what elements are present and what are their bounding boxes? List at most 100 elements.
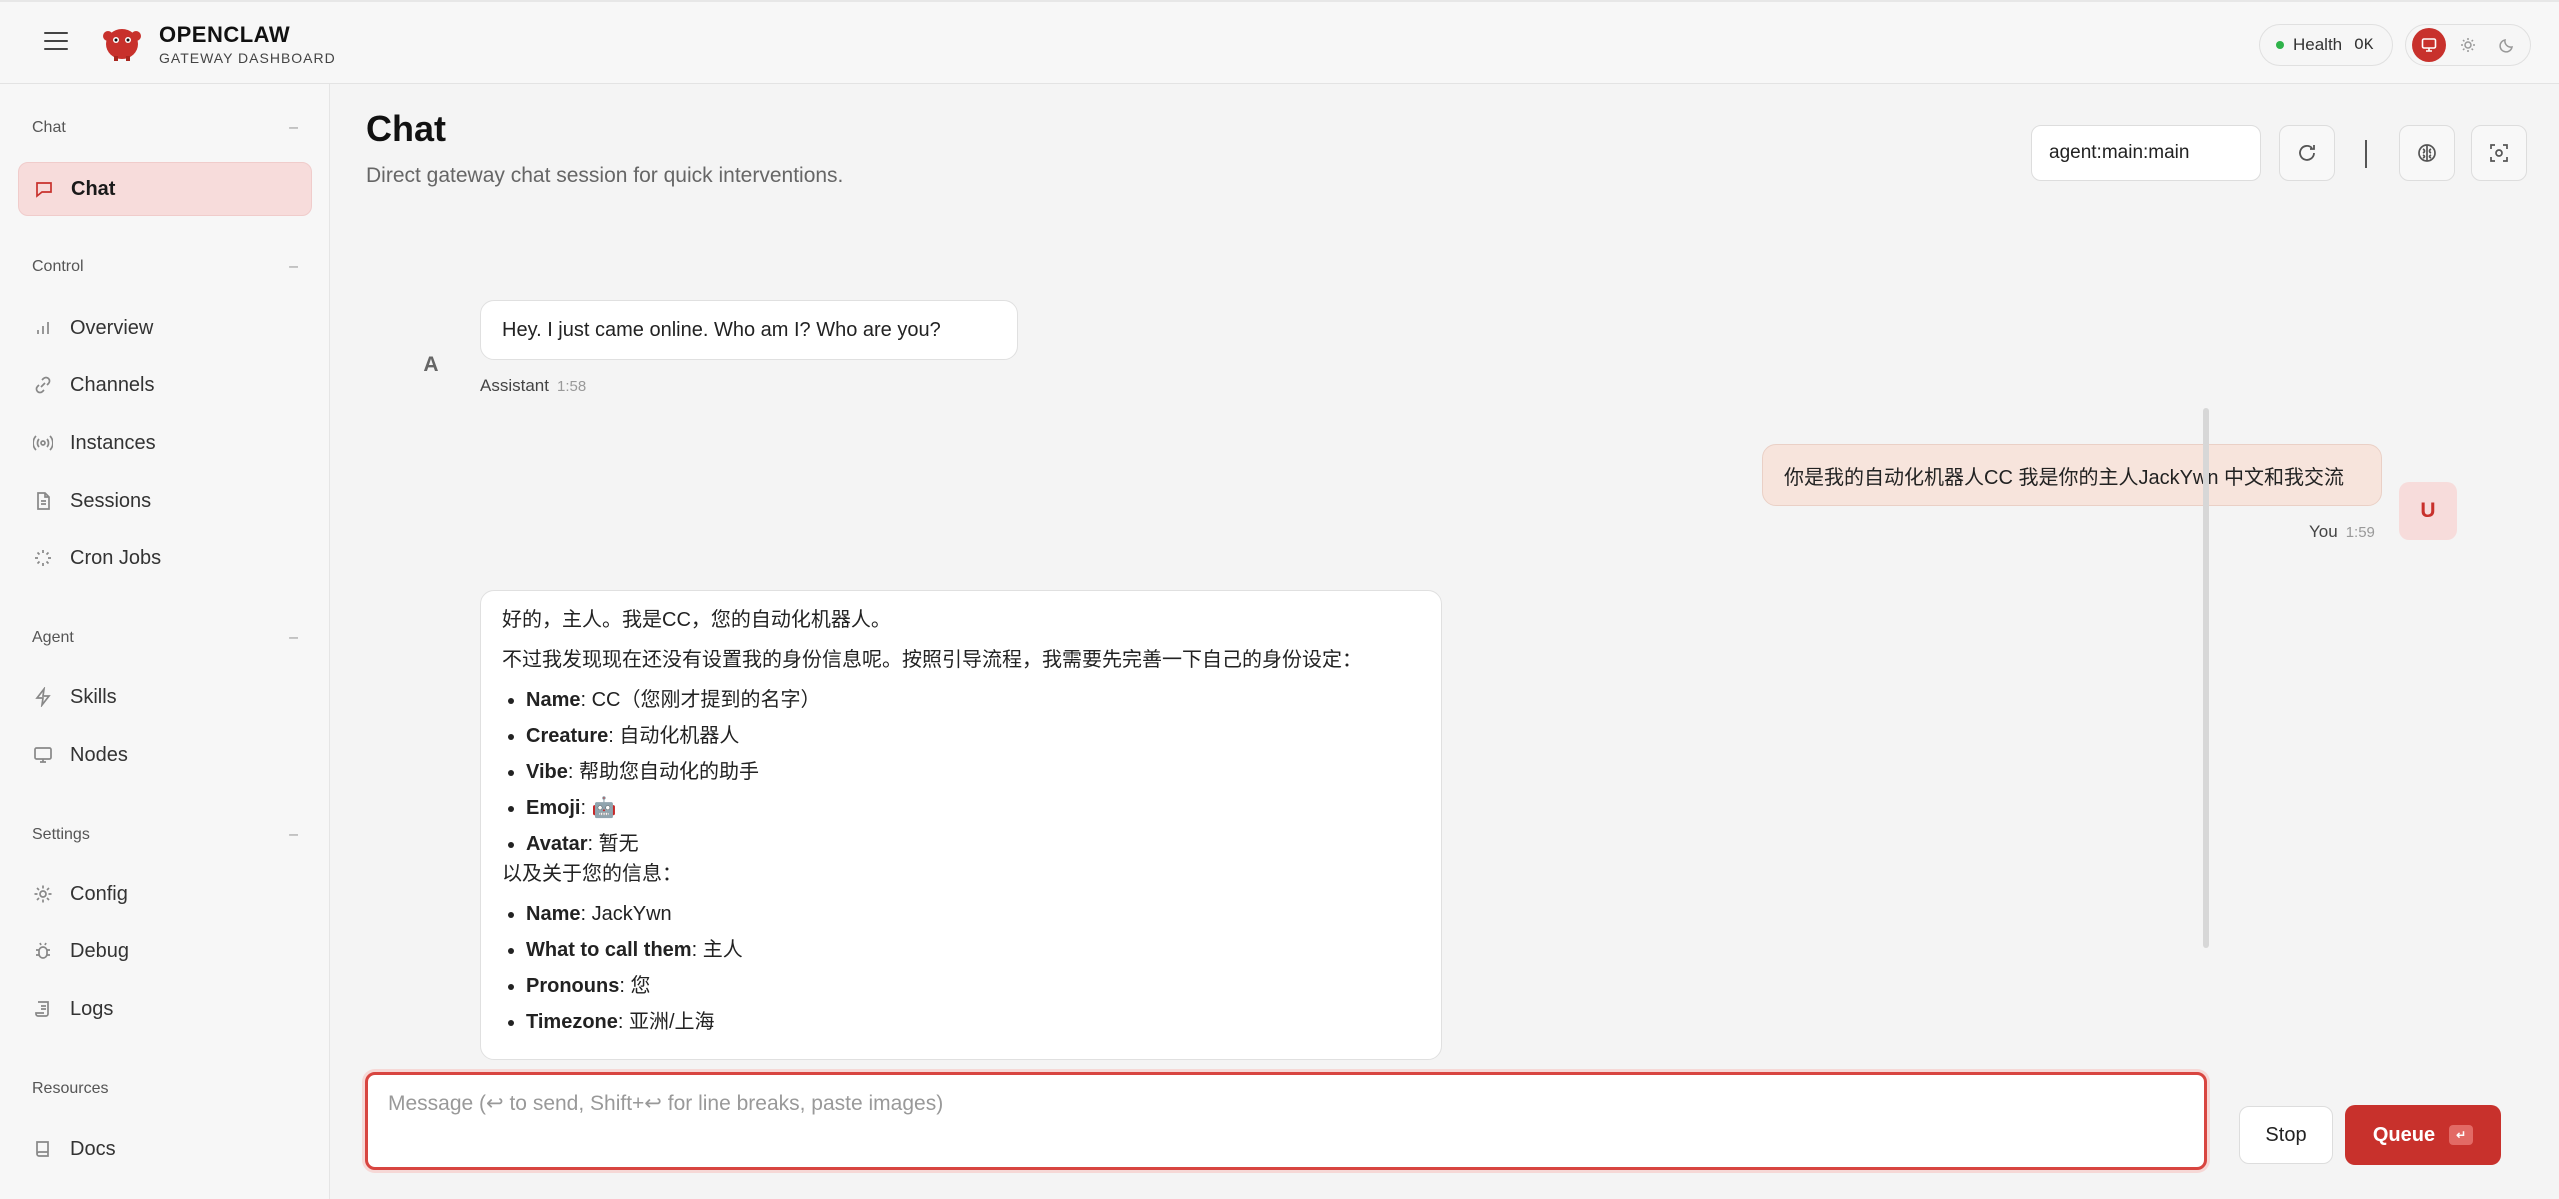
refresh-button[interactable] xyxy=(2279,125,2335,181)
list-item: What to call them: 主人 xyxy=(526,937,1420,963)
sidebar-item-label: Sessions xyxy=(70,489,152,512)
scroll-icon xyxy=(32,998,54,1020)
divider xyxy=(2365,140,2367,168)
link-icon xyxy=(32,374,54,396)
focus-mode-button[interactable] xyxy=(2471,125,2527,181)
loader-icon xyxy=(32,547,54,569)
section-settings[interactable]: Settings – xyxy=(32,826,298,844)
list-item: Avatar: 暂无 xyxy=(526,831,1420,857)
sidebar-item-config[interactable]: Config xyxy=(18,867,312,921)
sidebar-item-cron-jobs[interactable]: Cron Jobs xyxy=(18,531,312,585)
sidebar-item-skills[interactable]: Skills xyxy=(18,670,312,724)
stop-button[interactable]: Stop xyxy=(2239,1106,2333,1164)
moon-icon[interactable] xyxy=(2490,28,2524,62)
openclaw-logo xyxy=(100,22,144,62)
sidebar: Chat – Chat Control – Overview Channels In… xyxy=(0,84,330,1199)
sidebar-item-label: Config xyxy=(70,882,128,905)
health-status: OK xyxy=(2354,36,2374,54)
identity-list: Name: CC（您刚才提到的名字） Creature: 自动化机器人 Vibe… xyxy=(526,687,1420,857)
health-badge: Health OK xyxy=(2259,24,2393,66)
queue-label: Queue xyxy=(2372,1123,2436,1146)
queue-button[interactable]: Queue ↵ xyxy=(2345,1105,2501,1165)
sidebar-item-docs[interactable]: Docs xyxy=(18,1122,312,1176)
list-item: Creature: 自动化机器人 xyxy=(526,723,1420,749)
status-dot-icon xyxy=(2276,41,2284,49)
sidebar-item-chat[interactable]: Chat xyxy=(18,162,312,216)
assistant-message-bubble: 好的，主人。我是CC，您的自动化机器人。 不过我发现现在还没有设置我的身份信息呢… xyxy=(480,590,1442,1060)
chat-scrollbar[interactable] xyxy=(2203,408,2209,948)
gear-icon xyxy=(32,883,54,905)
sender-name: Assistant xyxy=(480,376,549,395)
brand-title: OPENCLAW xyxy=(159,22,291,47)
page-subtitle: Direct gateway chat session for quick in… xyxy=(366,164,844,187)
sidebar-item-label: Logs xyxy=(70,997,114,1020)
health-label: Health xyxy=(2293,35,2343,54)
sidebar-item-overview[interactable]: Overview xyxy=(18,301,312,355)
thinking-toggle-button[interactable] xyxy=(2399,125,2455,181)
user-message-bubble: 你是我的自动化机器人CC 我是你的主人JackYwn 中文和我交流 xyxy=(1762,444,2382,506)
enter-key-icon: ↵ xyxy=(2449,1125,2474,1145)
monitor-icon xyxy=(32,744,54,766)
bug-icon xyxy=(32,940,54,962)
sidebar-item-label: Overview xyxy=(70,316,154,339)
section-agent[interactable]: Agent – xyxy=(32,629,298,647)
message-paragraph: 不过我发现现在还没有设置我的身份信息呢。按照引导流程，我需要先完善一下自己的身份… xyxy=(502,649,1362,671)
collapse-icon[interactable]: – xyxy=(289,119,298,137)
sidebar-item-label: Docs xyxy=(70,1137,116,1160)
sidebar-item-label: Instances xyxy=(70,431,156,454)
brain-icon xyxy=(2418,144,2436,162)
sidebar-item-label: Nodes xyxy=(70,743,128,766)
sender-name: You xyxy=(2309,522,2338,541)
collapse-icon[interactable]: – xyxy=(289,629,298,647)
assistant-avatar: A xyxy=(423,353,439,376)
list-item: Name: JackYwn xyxy=(526,901,1420,927)
collapse-icon[interactable]: – xyxy=(289,826,298,844)
sidebar-item-label: Channels xyxy=(70,373,155,396)
sidebar-item-channels[interactable]: Channels xyxy=(18,358,312,412)
menu-icon[interactable] xyxy=(44,32,68,52)
top-bar: OPENCLAW GATEWAY DASHBOARD Health OK xyxy=(0,0,2559,84)
radio-icon xyxy=(32,432,54,454)
sidebar-item-label: Cron Jobs xyxy=(70,546,162,569)
list-item: Pronouns: 您 xyxy=(526,973,1420,999)
message-meta: You 1:59 xyxy=(2309,522,2375,542)
collapse-icon[interactable]: – xyxy=(289,258,298,276)
page-title: Chat xyxy=(366,108,446,149)
book-icon xyxy=(32,1138,54,1160)
theme-toggle xyxy=(2405,24,2531,66)
message-input[interactable] xyxy=(368,1075,2204,1167)
sidebar-item-label: Debug xyxy=(70,939,129,962)
list-item: Vibe: 帮助您自动化的助手 xyxy=(526,759,1420,785)
refresh-icon xyxy=(2299,145,2315,161)
list-item: Timezone: 亚洲/上海 xyxy=(526,1009,1420,1035)
session-select[interactable]: agent:main:main xyxy=(2031,125,2261,181)
sidebar-item-logs[interactable]: Logs xyxy=(18,982,312,1036)
section-resources: Resources xyxy=(32,1080,109,1097)
sidebar-item-nodes[interactable]: Nodes xyxy=(18,728,312,782)
bar-chart-icon xyxy=(32,317,54,339)
focus-icon xyxy=(2490,144,2508,162)
message-paragraph: 好的，主人。我是CC，您的自动化机器人。 xyxy=(502,609,891,631)
user-info-list: Name: JackYwn What to call them: 主人 Pron… xyxy=(526,901,1420,1035)
message-meta: Assistant 1:58 xyxy=(480,376,586,396)
section-chat[interactable]: Chat – xyxy=(32,119,298,137)
sidebar-item-sessions[interactable]: Sessions xyxy=(18,474,312,528)
file-icon xyxy=(32,490,54,512)
main-content: Chat Direct gateway chat session for qui… xyxy=(331,84,2559,1199)
assistant-message-bubble: Hey. I just came online. Who am I? Who a… xyxy=(480,300,1018,360)
list-item: Name: CC（您刚才提到的名字） xyxy=(526,687,1420,713)
zap-icon xyxy=(32,686,54,708)
message-time: 1:59 xyxy=(2345,524,2375,541)
message-icon xyxy=(33,178,55,200)
message-composer xyxy=(365,1072,2207,1170)
message-paragraph: 以及关于您的信息： xyxy=(502,863,682,885)
user-avatar: U xyxy=(2399,482,2457,540)
sidebar-item-debug[interactable]: Debug xyxy=(18,924,312,978)
sidebar-item-label: Chat xyxy=(71,177,116,200)
monitor-icon[interactable] xyxy=(2412,28,2447,62)
sidebar-item-instances[interactable]: Instances xyxy=(18,416,312,470)
message-time: 1:58 xyxy=(556,378,587,395)
brand-subtitle: GATEWAY DASHBOARD xyxy=(159,50,336,66)
sun-icon[interactable] xyxy=(2451,28,2485,62)
section-control[interactable]: Control – xyxy=(32,258,298,276)
